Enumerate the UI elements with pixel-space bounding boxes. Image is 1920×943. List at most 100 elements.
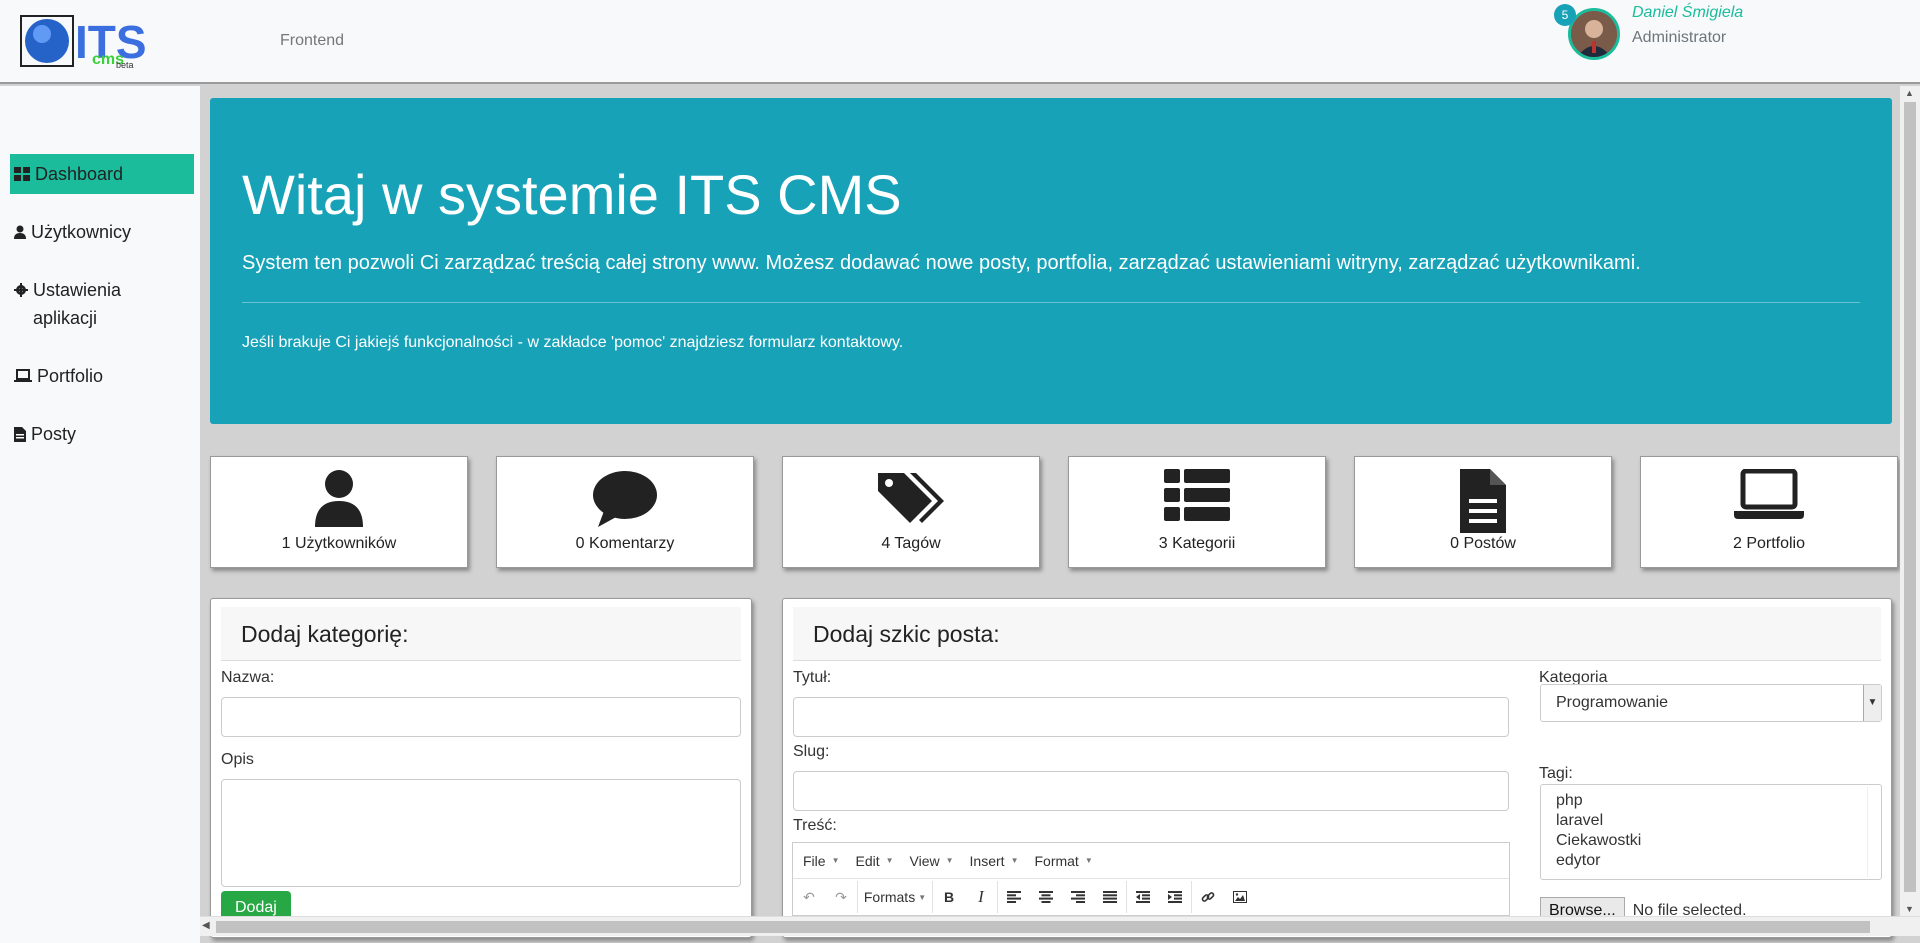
caret-icon: ▼: [885, 856, 894, 865]
category-name-input[interactable]: [221, 697, 741, 737]
menu-view[interactable]: View: [910, 853, 940, 869]
user-name[interactable]: Daniel Śmigiela: [1632, 4, 1743, 22]
gear-icon: [14, 283, 28, 297]
laptop-icon: [1734, 469, 1804, 519]
vertical-scrollbar[interactable]: ▲ ▼: [1900, 86, 1920, 916]
align-right-icon[interactable]: [1062, 879, 1094, 915]
stat-card-categories[interactable]: 3 Kategorii: [1068, 456, 1326, 568]
stat-card-posts[interactable]: 0 Postów: [1354, 456, 1612, 568]
description-label: Opis: [221, 751, 254, 768]
sidebar: Dashboard Użytkownicy Ustawienia aplikac…: [0, 86, 200, 943]
welcome-jumbotron: Witaj w systemie ITS CMS System ten pozw…: [210, 98, 1892, 424]
sidebar-item-label: Ustawienia aplikacji: [33, 280, 122, 328]
stat-card-portfolio[interactable]: 2 Portfolio: [1640, 456, 1898, 568]
scrollbar-thumb[interactable]: [1904, 102, 1916, 892]
card-title: Dodaj szkic posta:: [793, 607, 1881, 661]
formats-label: Formats: [863, 889, 916, 905]
welcome-lead: System ten pozwoli Ci zarządzać treścią …: [242, 252, 1641, 274]
menu-edit[interactable]: Edit: [855, 853, 879, 869]
scrollbar-thumb[interactable]: [216, 921, 1870, 933]
sidebar-item-users[interactable]: Użytkownicy: [10, 212, 194, 252]
notification-badge[interactable]: 5: [1554, 4, 1576, 26]
editor-toolbar: ↶ ↷ Formats ▼ B I: [793, 879, 1509, 915]
scroll-up-icon[interactable]: ▲: [1905, 88, 1914, 98]
help-note: Jeśli brakuje Ci jakiejś funkcjonalności…: [242, 334, 904, 351]
title-label: Tytuł:: [793, 669, 832, 686]
scrollbar[interactable]: [1867, 787, 1879, 877]
align-justify-icon[interactable]: [1094, 879, 1126, 915]
category-select[interactable]: Programowanie ▼: [1540, 684, 1882, 722]
slug-label: Slug:: [793, 743, 830, 760]
file-icon: [14, 427, 26, 442]
stat-card-tags[interactable]: 4 Tagów: [782, 456, 1040, 568]
sidebar-item-label: Posty: [31, 424, 77, 444]
caret-icon: ▼: [945, 856, 954, 865]
category-selected-value: Programowanie: [1556, 694, 1669, 711]
category-description-textarea[interactable]: [221, 779, 741, 887]
undo-icon[interactable]: ↶: [793, 879, 825, 915]
name-label: Nazwa:: [221, 669, 275, 686]
tag-option[interactable]: Ciekawostki: [1556, 831, 1866, 851]
divider: [242, 302, 1860, 303]
content-label: Treść:: [793, 817, 837, 834]
formats-dropdown[interactable]: Formats ▼: [858, 879, 932, 915]
stat-label: 2 Portfolio: [1732, 535, 1806, 552]
outdent-icon[interactable]: [1127, 879, 1159, 915]
post-slug-input[interactable]: [793, 771, 1509, 811]
horizontal-scrollbar[interactable]: ◀: [200, 916, 1920, 936]
stat-label: 0 Postów: [1450, 535, 1516, 552]
scroll-left-icon[interactable]: ◀: [202, 920, 210, 931]
list-icon: [1164, 469, 1230, 521]
align-center-icon[interactable]: [1030, 879, 1062, 915]
stat-card-users[interactable]: 1 Użytkowników: [210, 456, 468, 568]
sidebar-item-portfolio[interactable]: Portfolio: [10, 356, 194, 396]
italic-icon[interactable]: I: [965, 879, 997, 915]
align-left-icon[interactable]: [998, 879, 1030, 915]
content-editor[interactable]: File ▼ Edit ▼ View ▼ Insert ▼ Format ▼ ↶ ↷ Fo…: [792, 842, 1510, 916]
sidebar-item-label: Dashboard: [35, 164, 124, 184]
redo-icon[interactable]: ↷: [825, 879, 857, 915]
dashboard-icon: [14, 167, 30, 181]
file-icon: [1460, 469, 1506, 533]
tags-multiselect[interactable]: php laravel Ciekawostki edytor: [1540, 784, 1882, 880]
stat-label: 1 Użytkowników: [281, 535, 397, 552]
bold-icon[interactable]: B: [933, 879, 965, 915]
svg-text:beta: beta: [116, 60, 134, 70]
top-navbar: ITS cms beta Frontend 5 Daniel Śmigiela …: [0, 0, 1920, 84]
tag-option[interactable]: php: [1556, 791, 1866, 811]
sidebar-item-dashboard[interactable]: Dashboard: [10, 154, 194, 194]
link-icon[interactable]: [1192, 879, 1224, 915]
sidebar-item-label: Użytkownicy: [31, 222, 132, 242]
sidebar-item-posts[interactable]: Posty: [10, 414, 194, 454]
sidebar-item-settings[interactable]: Ustawienia aplikacji: [10, 270, 194, 338]
post-title-input[interactable]: [793, 697, 1509, 737]
user-icon: [14, 225, 26, 239]
stat-label: 3 Kategorii: [1158, 535, 1236, 552]
indent-icon[interactable]: [1159, 879, 1191, 915]
comment-icon: [593, 471, 657, 527]
tag-option[interactable]: edytor: [1556, 851, 1866, 871]
tag-option[interactable]: laravel: [1556, 811, 1866, 831]
caret-icon: ▼: [1010, 856, 1019, 865]
tags-icon: [878, 473, 944, 523]
laptop-icon: [14, 369, 32, 382]
sidebar-item-label: Portfolio: [37, 366, 104, 386]
card-title: Dodaj kategorię:: [221, 607, 741, 661]
caret-icon: ▼: [1084, 856, 1093, 865]
chevron-down-icon[interactable]: ▼: [1863, 685, 1881, 721]
add-category-card: Dodaj kategorię: Nazwa: Opis Dodaj: [210, 598, 752, 938]
user-avatar-area[interactable]: 5: [1554, 4, 1620, 60]
user-icon: [315, 470, 363, 527]
scroll-down-icon[interactable]: ▼: [1905, 904, 1914, 914]
stat-label: 0 Komentarzy: [575, 535, 675, 552]
menu-format[interactable]: Format: [1034, 853, 1078, 869]
menu-insert[interactable]: Insert: [970, 853, 1005, 869]
stat-card-comments[interactable]: 0 Komentarzy: [496, 456, 754, 568]
page-title: Witaj w systemie ITS CMS: [242, 163, 902, 226]
nav-link-frontend[interactable]: Frontend: [280, 32, 344, 50]
stat-label: 4 Tagów: [881, 535, 941, 552]
image-icon[interactable]: [1224, 879, 1256, 915]
editor-menubar: File ▼ Edit ▼ View ▼ Insert ▼ Format ▼: [793, 843, 1509, 879]
menu-file[interactable]: File: [803, 853, 826, 869]
its-cms-logo[interactable]: ITS cms beta: [20, 14, 160, 70]
